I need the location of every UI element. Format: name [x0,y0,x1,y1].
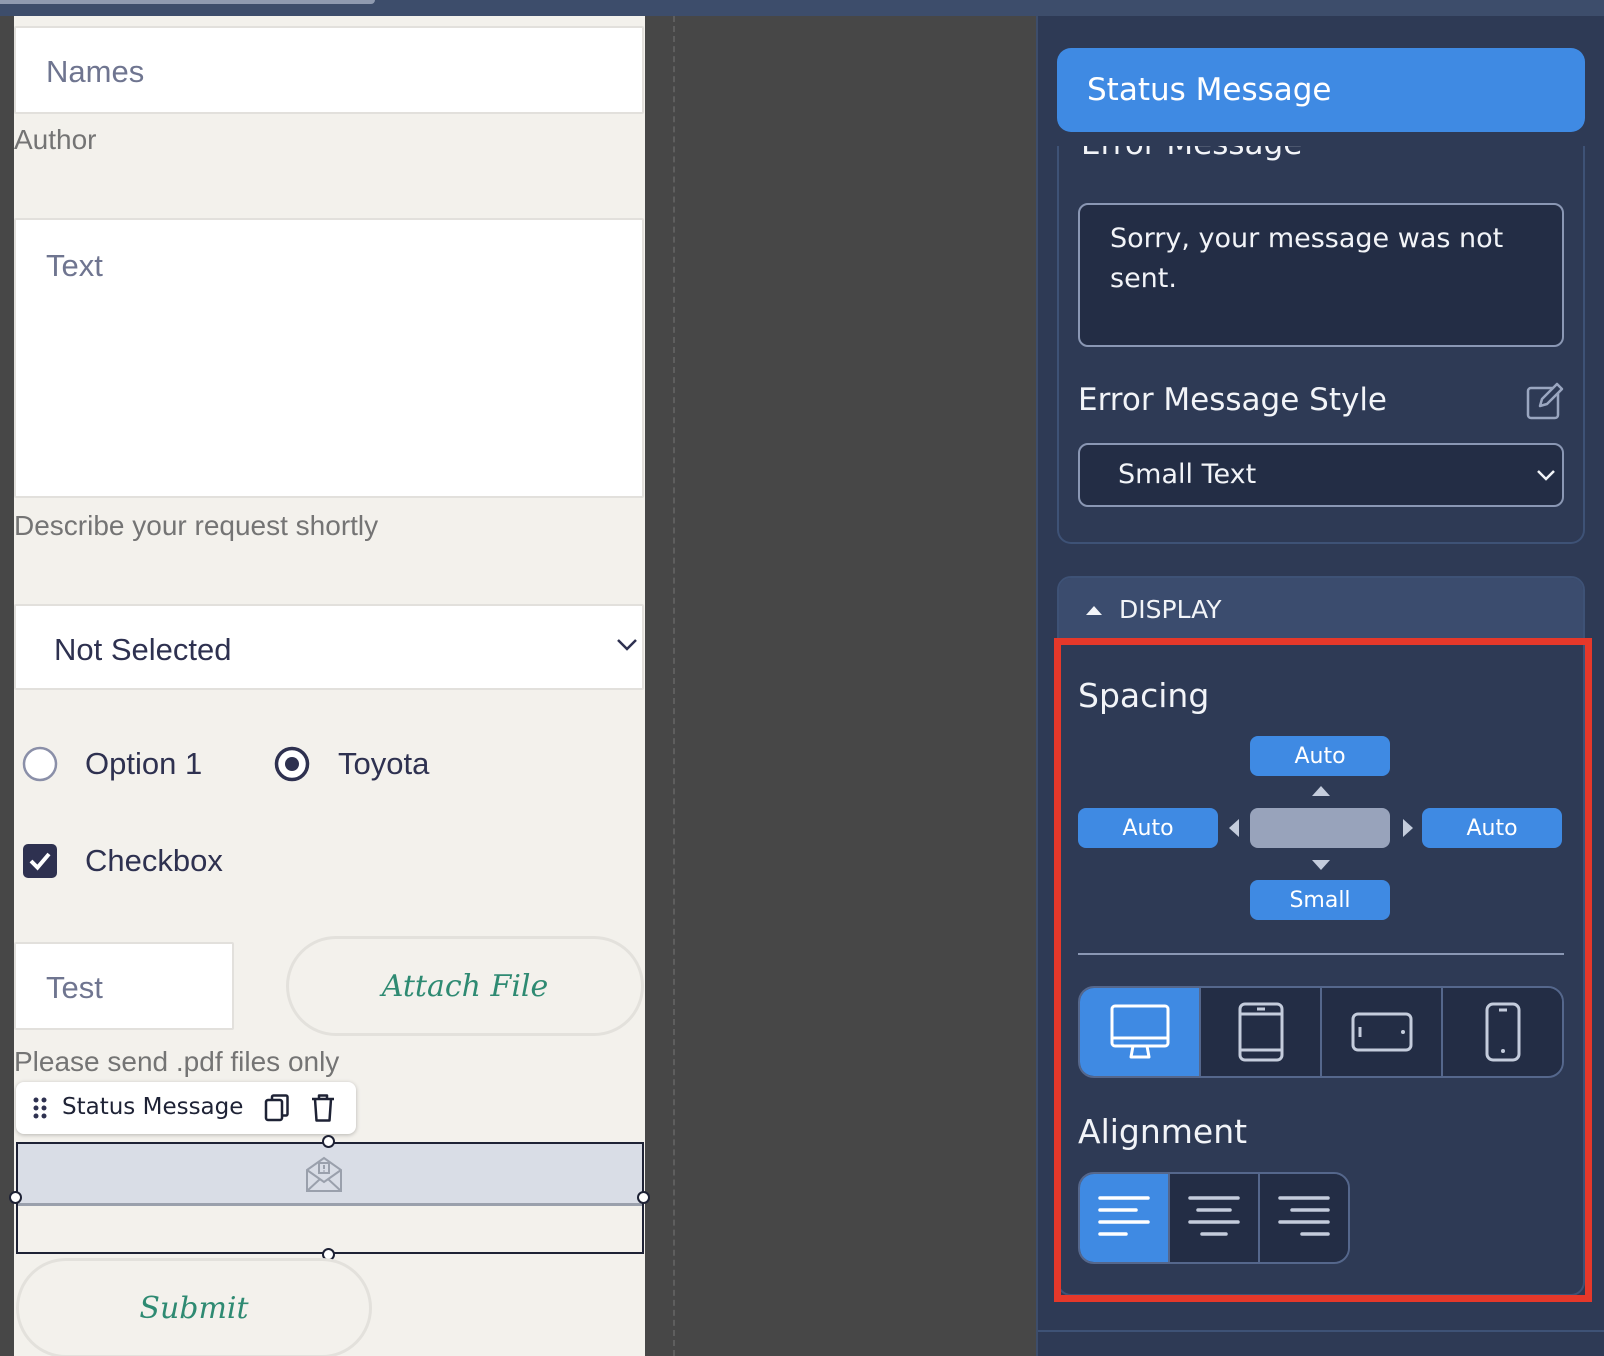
attach-file-hint: Please send .pdf files only [14,1046,340,1077]
error-message-label: Error Message [1081,146,1302,162]
radio-option-1[interactable]: Option 1 [22,746,212,790]
caret-up-icon [1085,604,1103,616]
radio-option-toyota-label: Toyota [338,746,430,781]
radio-option-1-label: Option 1 [85,746,203,781]
chevron-down-icon [1536,469,1556,481]
name-field[interactable]: Names [14,26,644,114]
highlight-box [1054,638,1592,1302]
envelope-icon [304,1154,344,1194]
drag-handle-icon[interactable] [32,1096,48,1120]
panel-header: Status Message [1057,48,1585,132]
attach-file-button[interactable]: Attach File [286,936,644,1036]
test-input-placeholder: Test [46,970,103,1005]
display-header[interactable]: DISPLAY [1059,578,1583,644]
select-field[interactable]: Not Selected [14,604,644,690]
edit-icon[interactable] [1526,382,1564,420]
radio-option-toyota[interactable]: Toyota [274,746,454,790]
error-message-textarea[interactable]: Sorry, your message was not sent. [1078,203,1564,347]
resize-handle-left[interactable] [9,1191,22,1204]
top-bar-tab[interactable] [0,0,375,4]
error-style-value: Small Text [1118,459,1257,490]
panel-bottom-divider [1038,1330,1604,1332]
error-message-value: Sorry, your message was not sent. [1110,223,1504,294]
resize-handle-right[interactable] [637,1191,650,1204]
canvas-guide-line [673,16,675,1356]
name-field-hint: Author [14,124,97,155]
radio-unchecked-icon [22,746,58,782]
name-field-placeholder: Names [46,54,145,89]
text-area[interactable]: Text [14,218,644,498]
status-message-element[interactable] [16,1142,644,1254]
checkbox-checked-icon [22,843,58,879]
trash-icon[interactable] [310,1093,336,1123]
status-message-toolbar: Status Message [16,1082,356,1134]
attach-file-label: Attach File [381,968,549,1004]
text-area-hint: Describe your request shortly [14,510,379,541]
submit-button[interactable]: Submit [16,1258,372,1356]
panel-header-title: Status Message [1087,72,1332,108]
duplicate-icon[interactable] [264,1094,290,1122]
canvas-edge [0,16,14,1356]
checkbox-label: Checkbox [85,843,223,878]
resize-handle-top[interactable] [322,1135,335,1148]
text-area-placeholder: Text [46,248,103,283]
error-style-select[interactable]: Small Text [1078,443,1564,507]
test-input[interactable]: Test [14,942,234,1030]
display-label: DISPLAY [1119,595,1222,624]
radio-checked-icon [274,746,310,782]
checkbox-field[interactable]: Checkbox [22,843,223,887]
error-style-label: Error Message Style [1078,382,1388,418]
status-toolbar-label: Status Message [62,1094,244,1120]
select-value: Not Selected [54,632,232,667]
submit-label: Submit [139,1290,249,1326]
chevron-down-icon [616,638,638,652]
